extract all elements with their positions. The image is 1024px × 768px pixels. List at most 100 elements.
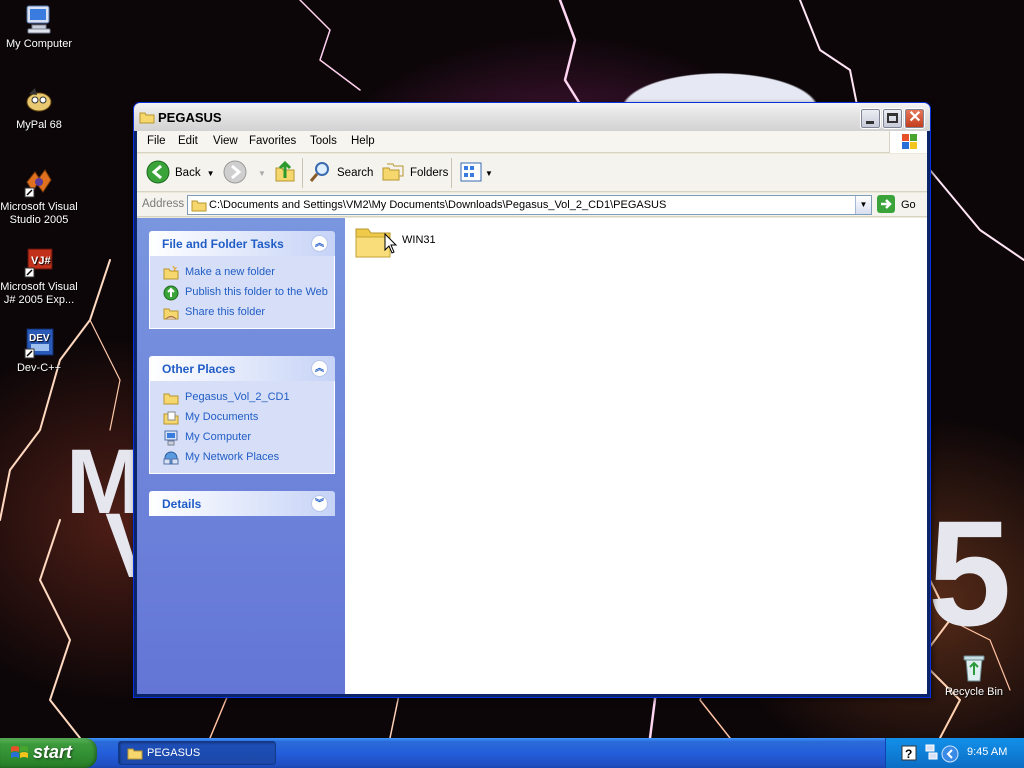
desktop-icon-visual-jsharp[interactable]: VJ# Microsoft Visual J# 2005 Exp... [0,246,78,307]
go-button[interactable]: Go [877,194,916,215]
panel-title: Details [162,497,202,511]
place-pegasus-vol2-cd1[interactable]: Pegasus_Vol_2_CD1 [150,388,334,408]
task-publish-to-web[interactable]: Publish this folder to the Web [150,283,334,303]
folders-label: Folders [410,167,449,179]
window-titlebar[interactable]: PEGASUS ✕ [134,103,930,131]
folder-icon [139,110,155,127]
search-label: Search [337,167,374,179]
desktop-icon-recycle-bin[interactable]: Recycle Bin [935,651,1013,699]
help-icon[interactable]: ? [901,745,917,764]
toolbar-separator [451,158,452,188]
visual-jsharp-icon: VJ# [23,246,55,278]
panel-title: Other Places [162,362,236,376]
mypal-icon [23,84,55,116]
desktop-icon-mypal[interactable]: MyPal 68 [0,84,78,132]
views-dropdown-icon[interactable]: ▼ [485,169,493,178]
up-folder-button[interactable] [273,159,302,187]
toolbar-separator [302,158,303,188]
task-label: Share this folder [185,306,266,318]
search-button[interactable]: Search [308,159,373,187]
forward-arrow-icon [223,160,247,187]
task-make-new-folder[interactable]: Make a new folder [150,263,334,283]
details-panel: Details ︾ [149,491,335,516]
address-bar: Address C:\Documents and Settings\VM2\My… [137,193,927,217]
clock[interactable]: 9:45 AM [967,746,1007,758]
address-path: C:\Documents and Settings\VM2\My Documen… [209,199,667,211]
folder-icon [163,390,179,410]
details-header[interactable]: Details ︾ [149,491,335,516]
desktop-icon-label: My Computer [5,38,73,50]
wallpaper-digit-5: 5 [928,489,1012,657]
desktop-icon-label: Microsoft Visual Studio 2005 [0,201,78,226]
views-button[interactable]: ▼ [459,159,493,187]
new-folder-icon [163,265,179,285]
show-hidden-icons-icon[interactable] [941,745,959,766]
close-button[interactable]: ✕ [904,108,925,129]
collapse-chevron-icon[interactable]: ︽ [311,360,328,377]
menu-edit[interactable]: Edit [178,135,198,147]
my-documents-icon [163,410,179,430]
place-my-network-places[interactable]: My Network Places [150,448,334,468]
forward-button[interactable]: ▼ [223,159,266,187]
desktop-icon-my-computer[interactable]: My Computer [0,3,78,51]
taskbar-button-label: PEGASUS [147,747,201,759]
start-button[interactable]: start [0,738,97,768]
other-places-header[interactable]: Other Places ︽ [149,356,335,381]
other-places-panel: Other Places ︽ Pegasus_Vol_2_CD1 My Docu… [149,356,335,474]
back-arrow-icon [146,160,170,187]
start-label: start [33,742,73,762]
task-share-folder[interactable]: Share this folder [150,303,334,323]
back-button[interactable]: Back ▼ [146,159,215,187]
my-computer-icon [163,430,179,450]
task-pane: File and Folder Tasks ︽ Make a new folde… [137,218,345,694]
svg-text:DEV: DEV [29,333,50,344]
menu-help[interactable]: Help [351,135,375,147]
views-icon [459,160,483,187]
menu-file[interactable]: File [147,135,166,147]
network-places-icon [163,450,179,470]
menu-favorites[interactable]: Favorites [249,135,296,147]
file-list-view[interactable]: WIN31 [345,218,927,694]
explorer-window: PEGASUS ✕ File Edit View Favorites Tools… [133,102,931,698]
svg-text:?: ? [905,747,912,761]
place-my-documents[interactable]: My Documents [150,408,334,428]
mouse-cursor-icon [384,232,398,258]
publish-web-icon [163,285,179,305]
address-label: Address [142,198,185,210]
taskbar-button-pegasus[interactable]: PEGASUS [118,741,276,765]
desktop-icon-label: Microsoft Visual J# 2005 Exp... [0,281,78,306]
folder-icon [127,746,143,763]
address-input[interactable]: C:\Documents and Settings\VM2\My Documen… [187,195,872,215]
desktop-icon-label: MyPal 68 [16,119,62,131]
maximize-button[interactable] [882,108,903,129]
go-label: Go [901,199,916,211]
taskbar: start PEGASUS ? 9:45 AM [0,738,1024,768]
minimize-button[interactable] [860,108,881,129]
close-icon: ✕ [908,109,922,126]
file-folder-tasks-header[interactable]: File and Folder Tasks ︽ [149,231,335,256]
desktop-icon-label: Dev-C++ [16,362,62,374]
desktop-icon-visual-studio[interactable]: Microsoft Visual Studio 2005 [0,166,78,227]
back-dropdown-icon[interactable]: ▼ [207,169,215,178]
minimize-icon [866,121,874,124]
collapse-chevron-icon[interactable]: ︽ [311,235,328,252]
system-tray: ? 9:45 AM [885,738,1024,768]
file-name: WIN31 [402,233,436,246]
menu-bar: File Edit View Favorites Tools Help [137,131,927,153]
folders-button[interactable]: Folders [381,159,448,187]
place-my-computer[interactable]: My Computer [150,428,334,448]
forward-dropdown-icon[interactable]: ▼ [258,169,266,178]
my-computer-icon [23,3,55,35]
menu-view[interactable]: View [213,135,238,147]
network-icon[interactable] [924,743,938,766]
search-icon [308,160,332,187]
desktop-icon-devcpp[interactable]: DEV Dev-C++ [0,327,78,375]
place-label: Pegasus_Vol_2_CD1 [185,391,290,403]
address-dropdown-icon[interactable]: ▼ [855,196,871,214]
windows-logo-icon [889,131,927,153]
menu-tools[interactable]: Tools [310,135,337,147]
place-label: My Documents [185,411,259,423]
visual-studio-icon [23,166,55,198]
standard-toolbar: Back ▼ ▼ Search Folders ▼ [137,154,927,192]
expand-chevron-icon[interactable]: ︾ [311,495,328,512]
